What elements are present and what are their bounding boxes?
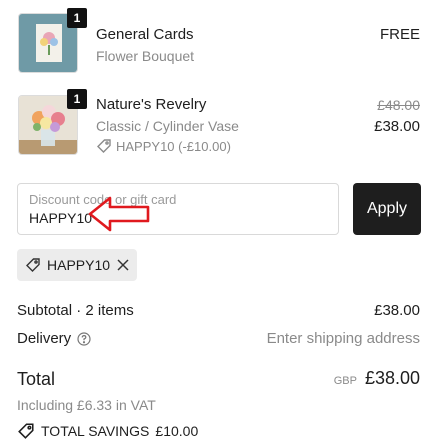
remove-discount-close-icon[interactable] <box>116 258 130 277</box>
currency-code: GBP <box>333 375 357 387</box>
savings-value: £10.00 <box>155 423 199 439</box>
item-price: £38.00 <box>374 118 420 135</box>
item-variant: Flower Bouquet <box>96 48 195 64</box>
applied-discount-chip: HAPPY10 <box>17 249 137 281</box>
delivery-row-label: Delivery <box>17 330 91 347</box>
total-value: £38.00 <box>364 368 420 388</box>
item-title: General Cards <box>96 26 194 43</box>
tag-icon <box>25 257 41 278</box>
delivery-label: Delivery <box>17 330 72 347</box>
item-variant: Classic / Cylinder Vase <box>96 118 239 134</box>
item-discount-text: HAPPY10 (-£10.00) <box>116 138 231 154</box>
total-label: Total <box>17 369 56 389</box>
apply-button[interactable]: Apply <box>353 183 421 235</box>
total-savings: TOTAL SAVINGS £10.00 <box>17 422 198 440</box>
item-price: FREE <box>379 26 420 43</box>
vat-note: Including £6.33 in VAT <box>17 397 156 413</box>
subtotal-value: £38.00 <box>374 302 420 319</box>
quantity-badge: 1 <box>67 8 87 28</box>
help-icon[interactable] <box>77 331 91 346</box>
item-title: Nature's Revelry <box>96 96 207 113</box>
applied-discount-code: HAPPY10 <box>47 257 111 273</box>
tag-icon <box>17 422 35 440</box>
total-amount: GBP £38.00 <box>334 368 420 389</box>
tag-icon <box>96 138 112 154</box>
discount-field[interactable]: Discount code or gift card HAPPY10 <box>17 183 339 235</box>
quantity-badge: 1 <box>67 89 87 109</box>
delivery-value: Enter shipping address <box>266 330 420 347</box>
annotation-arrow-icon <box>88 196 150 232</box>
subtotal-label: Subtotal · 2 items <box>17 302 134 319</box>
item-original-price: £48.00 <box>377 97 420 113</box>
savings-label: TOTAL SAVINGS <box>41 423 150 439</box>
discount-input[interactable]: HAPPY10 <box>29 210 92 226</box>
item-discount-tag: HAPPY10 (-£10.00) <box>96 137 231 155</box>
